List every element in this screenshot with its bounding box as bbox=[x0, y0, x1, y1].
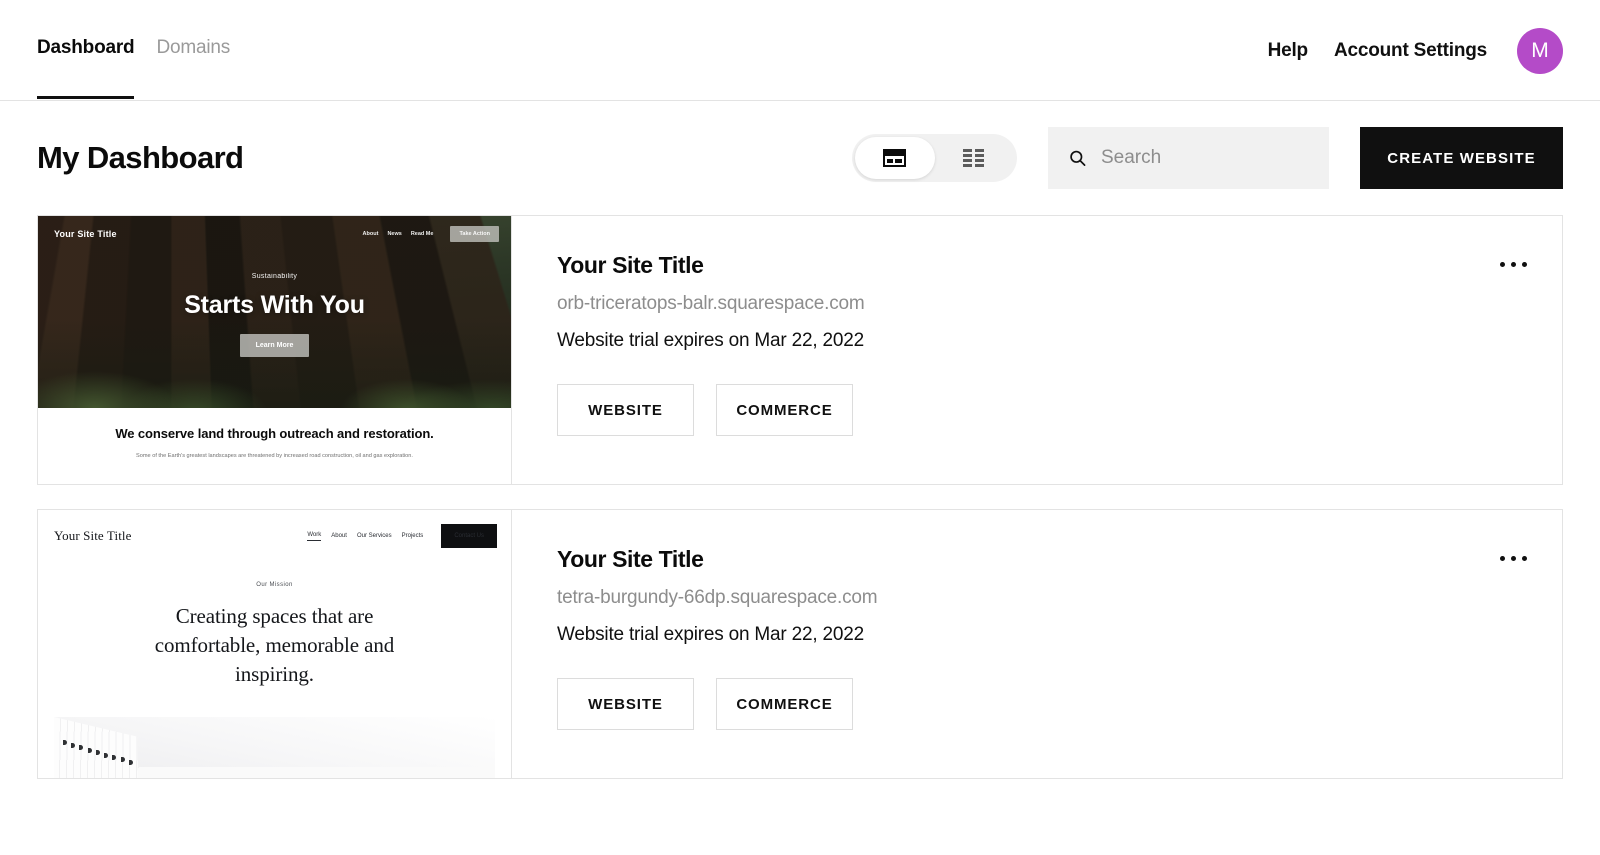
dashboard-toolbar: My Dashboard bbox=[0, 101, 1600, 215]
list-view-button[interactable] bbox=[935, 137, 1015, 179]
preview-footer: We conserve land through outreach and re… bbox=[38, 408, 511, 484]
preview-nav-link: Projects bbox=[402, 533, 424, 539]
website-button[interactable]: WEBSITE bbox=[557, 678, 694, 730]
preview-photo bbox=[54, 717, 495, 778]
site-action-buttons: WEBSITE COMMERCE bbox=[557, 384, 1529, 436]
page-title: My Dashboard bbox=[37, 140, 243, 176]
site-action-buttons: WEBSITE COMMERCE bbox=[557, 678, 1529, 730]
account-nav: Help Account Settings M bbox=[1268, 0, 1563, 74]
site-card: Your Site Title About News Read Me Take … bbox=[37, 215, 1563, 485]
commerce-button[interactable]: COMMERCE bbox=[716, 678, 853, 730]
preview-nav: Your Site Title Work About Our Services … bbox=[38, 510, 511, 562]
site-list: Your Site Title About News Read Me Take … bbox=[0, 215, 1600, 779]
preview-hero-forest: Your Site Title About News Read Me Take … bbox=[38, 216, 511, 408]
view-mode-toggle[interactable] bbox=[852, 134, 1017, 182]
preview-headline: Starts With You bbox=[184, 291, 365, 320]
toolbar-controls: CREATE WEBSITE bbox=[852, 127, 1563, 189]
site-trial-status: Website trial expires on Mar 22, 2022 bbox=[557, 624, 1529, 646]
preview-nav-link: About bbox=[331, 533, 347, 539]
preview-fine-print: Some of the Earth's greatest landscapes … bbox=[94, 453, 455, 460]
preview-nav-links: Work About Our Services Projects Contact… bbox=[307, 524, 497, 548]
search-icon bbox=[1068, 147, 1087, 169]
more-options-icon[interactable] bbox=[1492, 250, 1534, 278]
site-url[interactable]: orb-triceratops-balr.squarespace.com bbox=[557, 293, 1529, 315]
preview-tagline: We conserve land through outreach and re… bbox=[94, 425, 455, 442]
tab-domains[interactable]: Domains bbox=[156, 38, 230, 99]
preview-eyebrow: Our Mission bbox=[38, 582, 511, 588]
commerce-button[interactable]: COMMERCE bbox=[716, 384, 853, 436]
preview-nav-link: Our Services bbox=[357, 533, 392, 539]
website-button[interactable]: WEBSITE bbox=[557, 384, 694, 436]
preview-cta-button: Contact Us bbox=[441, 524, 497, 548]
preview-nav-link: Work bbox=[307, 532, 321, 541]
preview-headline: Creating spaces that are comfortable, me… bbox=[125, 602, 425, 688]
avatar[interactable]: M bbox=[1517, 28, 1563, 74]
account-settings-link[interactable]: Account Settings bbox=[1334, 40, 1487, 62]
preview-hero-serif: Your Site Title Work About Our Services … bbox=[38, 510, 511, 778]
site-title[interactable]: Your Site Title bbox=[557, 252, 1529, 279]
site-trial-status: Website trial expires on Mar 22, 2022 bbox=[557, 330, 1529, 352]
site-title[interactable]: Your Site Title bbox=[557, 546, 1529, 573]
site-card: Your Site Title Work About Our Services … bbox=[37, 509, 1563, 779]
card-view-button[interactable] bbox=[855, 137, 935, 179]
preview-hero-content: Our Mission Creating spaces that are com… bbox=[38, 562, 511, 688]
tab-dashboard[interactable]: Dashboard bbox=[37, 38, 134, 99]
create-website-button[interactable]: CREATE WEBSITE bbox=[1360, 127, 1563, 189]
site-details: Your Site Title tetra-burgundy-66dp.squa… bbox=[512, 510, 1562, 778]
card-view-icon bbox=[883, 149, 906, 167]
site-details: Your Site Title orb-triceratops-balr.squ… bbox=[512, 216, 1562, 484]
search-field[interactable] bbox=[1048, 127, 1329, 189]
list-view-icon bbox=[963, 149, 985, 167]
primary-tabs: Dashboard Domains bbox=[37, 0, 230, 99]
site-thumbnail-preview[interactable]: Your Site Title Work About Our Services … bbox=[38, 510, 512, 778]
site-thumbnail-preview[interactable]: Your Site Title About News Read Me Take … bbox=[38, 216, 512, 484]
site-url[interactable]: tetra-burgundy-66dp.squarespace.com bbox=[557, 587, 1529, 609]
preview-brand: Your Site Title bbox=[54, 528, 132, 544]
preview-eyebrow: Sustainability bbox=[252, 273, 297, 280]
search-input[interactable] bbox=[1101, 147, 1309, 169]
preview-hero-button: Learn More bbox=[240, 334, 310, 357]
more-options-icon[interactable] bbox=[1492, 544, 1534, 572]
top-navigation-bar: Dashboard Domains Help Account Settings … bbox=[0, 0, 1600, 101]
help-link[interactable]: Help bbox=[1268, 40, 1308, 62]
preview-hero-content: Sustainability Starts With You Learn Mor… bbox=[38, 222, 511, 408]
